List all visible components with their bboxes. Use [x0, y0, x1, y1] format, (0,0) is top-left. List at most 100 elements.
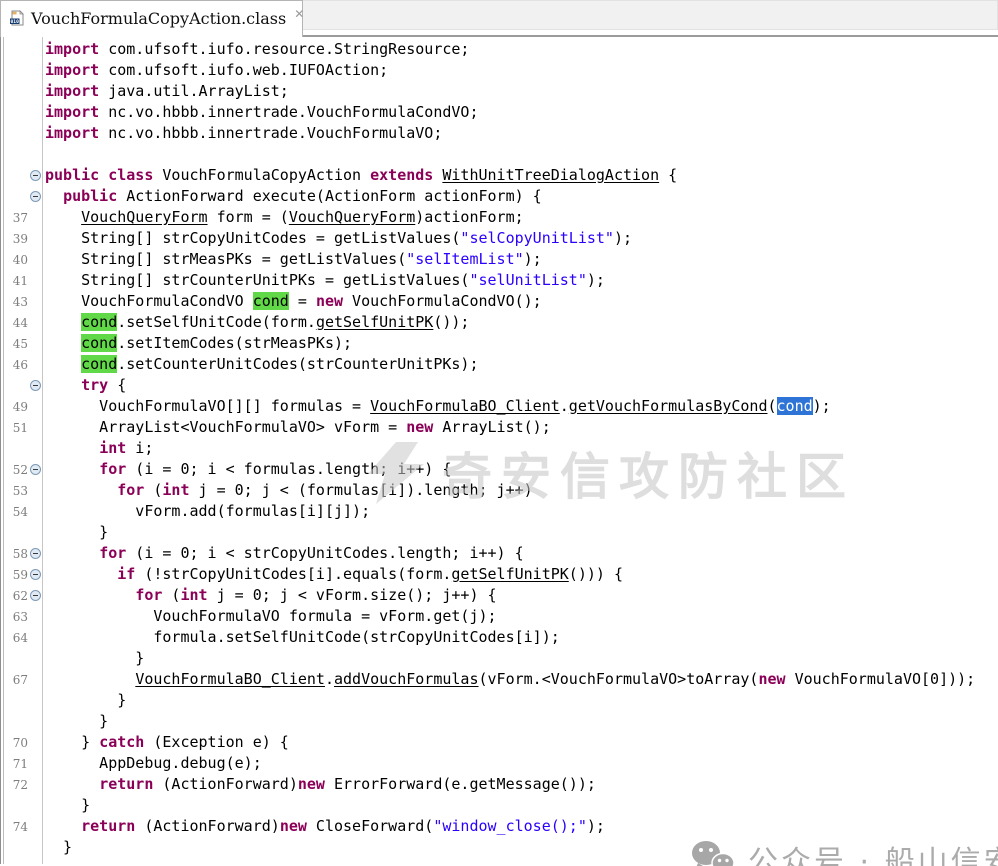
- code-line[interactable]: 40 String[] strMeasPKs = getListValues("…: [0, 249, 998, 270]
- collapse-icon[interactable]: [30, 569, 41, 580]
- code-token: import: [45, 82, 99, 100]
- code-token: "selUnitList": [469, 271, 586, 289]
- code-line[interactable]: 53 for (int j = 0; j < (formulas[i]).len…: [0, 480, 998, 501]
- code-line[interactable]: 51 ArrayList<VouchFormulaVO> vForm = new…: [0, 417, 998, 438]
- code-token: ArrayList<VouchFormulaVO> vForm =: [45, 418, 406, 436]
- code-editor[interactable]: import com.ufsoft.iufo.resource.StringRe…: [0, 37, 998, 864]
- tab-bar-empty-area: [303, 0, 998, 30]
- code-line[interactable]: import java.util.ArrayList;: [0, 81, 998, 102]
- code-line[interactable]: 67 VouchFormulaBO_Client.addVouchFormula…: [0, 669, 998, 690]
- code-line[interactable]: 74 return (ActionForward)new CloseForwar…: [0, 816, 998, 837]
- code-token: CloseForward(: [307, 817, 433, 835]
- code-text: VouchFormulaCondVO cond = new VouchFormu…: [42, 291, 542, 312]
- code-token: nc.vo.hbbb.innertrade.VouchFormulaVO;: [99, 124, 442, 142]
- code-token: );: [587, 817, 605, 835]
- line-number: 41: [0, 274, 28, 288]
- code-line[interactable]: try {: [0, 375, 998, 396]
- line-number: 51: [0, 421, 28, 435]
- code-token: j = 0; j < vForm.size(); j++) {: [208, 586, 497, 604]
- code-token: (: [767, 397, 776, 415]
- code-token: VouchFormulaCopyAction: [153, 166, 370, 184]
- code-line[interactable]: }: [0, 837, 998, 858]
- collapse-icon[interactable]: [30, 464, 41, 475]
- code-line[interactable]: 39 String[] strCopyUnitCodes = getListVa…: [0, 228, 998, 249]
- code-line[interactable]: int i;: [0, 438, 998, 459]
- code-text: String[] strCounterUnitPKs = getListValu…: [42, 270, 605, 291]
- line-number: 74: [0, 820, 28, 834]
- code-line[interactable]: import com.ufsoft.iufo.resource.StringRe…: [0, 39, 998, 60]
- code-line[interactable]: import com.ufsoft.iufo.web.IUFOAction;: [0, 60, 998, 81]
- code-line[interactable]: 63 VouchFormulaVO formula = vForm.get(j)…: [0, 606, 998, 627]
- code-line[interactable]: 59 if (!strCopyUnitCodes[i].equals(form.…: [0, 564, 998, 585]
- editor-tab[interactable]: 010 VouchFormulaCopyAction.class ✕: [0, 0, 303, 37]
- code-line[interactable]: 58 for (i = 0; i < strCopyUnitCodes.leng…: [0, 543, 998, 564]
- line-number: 58: [0, 547, 28, 561]
- code-text: VouchFormulaVO formula = vForm.get(j);: [42, 606, 497, 627]
- code-token: [45, 586, 135, 604]
- code-line[interactable]: 45 cond.setItemCodes(strMeasPKs);: [0, 333, 998, 354]
- code-text: }: [42, 837, 72, 858]
- code-token: VouchFormulaBO_Client: [370, 397, 560, 415]
- code-line[interactable]: 37 VouchQueryForm form = (VouchQueryForm…: [0, 207, 998, 228]
- code-line[interactable]: 43 VouchFormulaCondVO cond = new VouchFo…: [0, 291, 998, 312]
- collapse-icon[interactable]: [30, 380, 41, 391]
- code-text: import nc.vo.hbbb.innertrade.VouchFormul…: [42, 102, 478, 123]
- collapse-icon[interactable]: [30, 191, 41, 202]
- svg-text:010: 010: [11, 19, 20, 25]
- code-area[interactable]: import com.ufsoft.iufo.resource.StringRe…: [0, 39, 998, 858]
- code-token: nc.vo.hbbb.innertrade.VouchFormulaCondVO…: [99, 103, 478, 121]
- code-line[interactable]: 46 cond.setCounterUnitCodes(strCounterUn…: [0, 354, 998, 375]
- code-text: int i;: [42, 438, 153, 459]
- code-line[interactable]: }: [0, 795, 998, 816]
- code-line[interactable]: 72 return (ActionForward)new ErrorForwar…: [0, 774, 998, 795]
- line-number: 72: [0, 778, 28, 792]
- code-line[interactable]: import nc.vo.hbbb.innertrade.VouchFormul…: [0, 123, 998, 144]
- code-token: [45, 481, 117, 499]
- code-line[interactable]: [0, 144, 998, 165]
- code-line[interactable]: 41 String[] strCounterUnitPKs = getListV…: [0, 270, 998, 291]
- fold-column: [28, 464, 42, 475]
- code-token: formula.setSelfUnitCode(strCopyUnitCodes…: [45, 628, 560, 646]
- code-token: [45, 544, 99, 562]
- code-text: ArrayList<VouchFormulaVO> vForm = new Ar…: [42, 417, 551, 438]
- code-line[interactable]: }: [0, 522, 998, 543]
- code-token: ())) {: [569, 565, 623, 583]
- code-line[interactable]: 44 cond.setSelfUnitCode(form.getSelfUnit…: [0, 312, 998, 333]
- code-line[interactable]: public class VouchFormulaCopyAction exte…: [0, 165, 998, 186]
- code-line[interactable]: public ActionForward execute(ActionForm …: [0, 186, 998, 207]
- code-line[interactable]: }: [0, 648, 998, 669]
- code-text: }: [42, 711, 108, 732]
- collapse-icon[interactable]: [30, 548, 41, 559]
- code-text: for (int j = 0; j < vForm.size(); j++) {: [42, 585, 497, 606]
- code-line[interactable]: 54 vForm.add(formulas[i][j]);: [0, 501, 998, 522]
- tab-title: VouchFormulaCopyAction.class: [31, 9, 286, 28]
- line-number: 63: [0, 610, 28, 624]
- code-token: VouchFormulaVO formula = vForm.get(j);: [45, 607, 497, 625]
- code-line[interactable]: 70 } catch (Exception e) {: [0, 732, 998, 753]
- line-number: 45: [0, 337, 28, 351]
- code-token: "selCopyUnitList": [460, 229, 614, 247]
- collapse-icon[interactable]: [30, 170, 41, 181]
- code-line[interactable]: 49 VouchFormulaVO[][] formulas = VouchFo…: [0, 396, 998, 417]
- code-line[interactable]: import nc.vo.hbbb.innertrade.VouchFormul…: [0, 102, 998, 123]
- code-text: formula.setSelfUnitCode(strCopyUnitCodes…: [42, 627, 560, 648]
- code-token: VouchFormulaCondVO();: [343, 292, 542, 310]
- code-line[interactable]: }: [0, 711, 998, 732]
- code-line[interactable]: 71 AppDebug.debug(e);: [0, 753, 998, 774]
- code-token: [45, 313, 81, 331]
- code-token: form = (: [208, 208, 289, 226]
- collapse-icon[interactable]: [30, 590, 41, 601]
- code-text: }: [42, 690, 126, 711]
- code-line[interactable]: 64 formula.setSelfUnitCode(strCopyUnitCo…: [0, 627, 998, 648]
- code-text: import java.util.ArrayList;: [42, 81, 289, 102]
- code-token: VouchFormulaBO_Client: [135, 670, 325, 688]
- code-token: try: [81, 376, 108, 394]
- code-token: extends: [370, 166, 433, 184]
- line-number: 49: [0, 400, 28, 414]
- code-line[interactable]: 62 for (int j = 0; j < vForm.size(); j++…: [0, 585, 998, 606]
- fold-column: [28, 380, 42, 391]
- code-token: for: [99, 544, 126, 562]
- code-line[interactable]: }: [0, 690, 998, 711]
- code-line[interactable]: 52 for (i = 0; i < formulas.length; i++)…: [0, 459, 998, 480]
- code-token: [45, 187, 63, 205]
